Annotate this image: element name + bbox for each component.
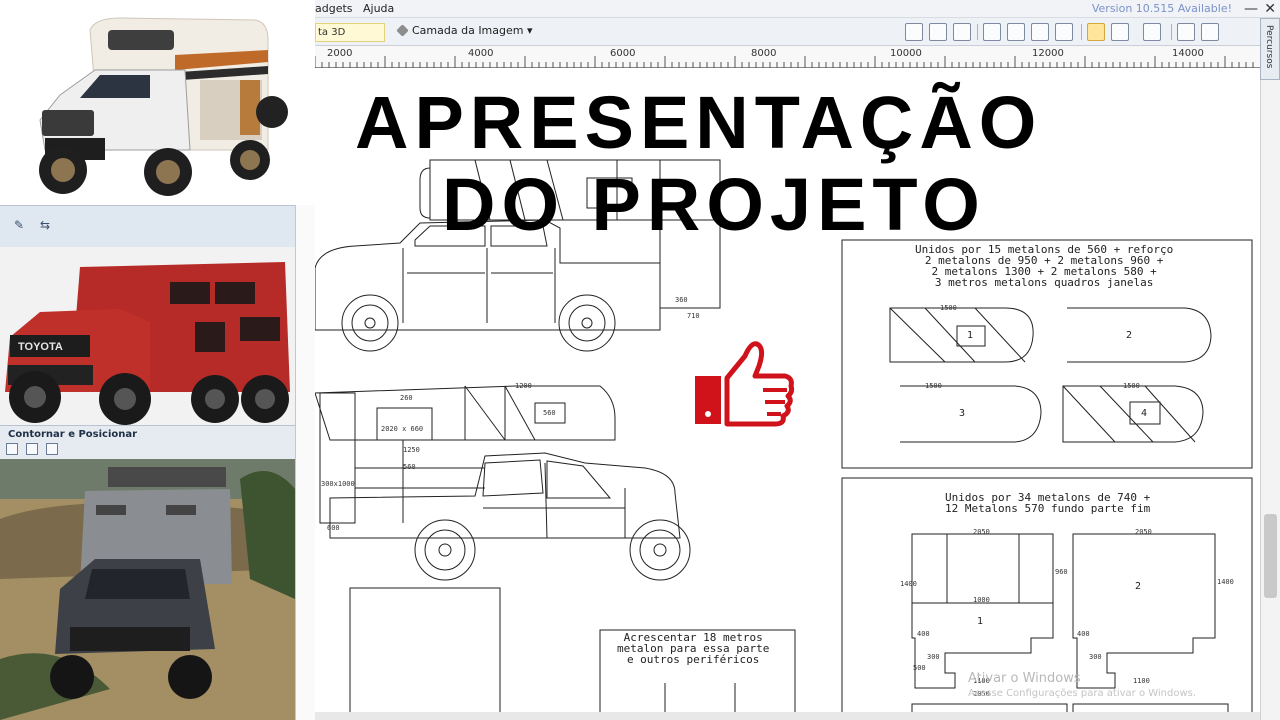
dimension-label: 300x1000	[321, 480, 355, 488]
dimension-label: 2020 x 660	[381, 425, 424, 433]
title-line-1: APRESENTAÇÃO	[355, 81, 1043, 164]
vertical-scrollbar[interactable]	[1260, 80, 1280, 720]
dimension-label: 1000	[973, 596, 990, 604]
grid-icon[interactable]	[953, 23, 971, 41]
pen-tool-icon[interactable]: ✎	[14, 218, 24, 232]
close-button[interactable]: ✕	[1264, 1, 1276, 17]
thumbs-up-icon	[695, 341, 795, 427]
note-box-2: Unidos por 34 metalons de 740 + 12 Metal…	[945, 492, 1150, 514]
dimension-label: 1400	[900, 580, 917, 588]
contour-panel: Contornar e Posicionar	[0, 425, 295, 459]
camper-truck-offroad-photo	[0, 459, 295, 720]
snap-icon[interactable]	[1087, 23, 1105, 41]
windows-activation-watermark: Ativar o Windows	[968, 671, 1081, 686]
tool-strip: ✎ ⇆	[0, 205, 315, 247]
align-tool-icon[interactable]	[929, 23, 947, 41]
part-number: 1	[977, 616, 984, 627]
dimension-label: 1500	[925, 382, 942, 390]
ruler-tick-label: 2000	[327, 48, 353, 59]
tab-3d[interactable]: ta 3D	[315, 23, 385, 42]
zoom-in-icon[interactable]	[1007, 23, 1025, 41]
dimension-label: 400	[917, 630, 930, 638]
image-layer-label: Camada da Imagem ▾	[412, 24, 533, 37]
menu-bar: adgets Ajuda Version 10.515 Available! —…	[315, 0, 1280, 18]
dimension-label: 1100	[1133, 677, 1150, 685]
dimension-label: 960	[1055, 568, 1068, 576]
scroll-thumb[interactable]	[1264, 514, 1277, 598]
overlay-title: APRESENTAÇÃO DO PROJETO	[355, 82, 1155, 246]
svg-text:TOYOTA: TOYOTA	[18, 341, 63, 353]
ruler-tick-label: 8000	[751, 48, 777, 59]
ruler-tick-label: 12000	[1032, 48, 1064, 59]
part-number: 3	[959, 408, 966, 419]
note-line: 3 metros metalons quadros janelas	[934, 276, 1154, 289]
tile-view-icon[interactable]	[1201, 23, 1219, 41]
node-tool-icon[interactable]	[905, 23, 923, 41]
part-number: 2	[1135, 581, 1142, 592]
dimension-label: 710	[687, 312, 700, 320]
dimension-label: 600	[327, 524, 340, 532]
photo-collage: ✎ ⇆ TOYOTA Contornar e Posicionar	[0, 0, 315, 720]
note-box-3: Acrescentar 18 metros metalon para essa …	[617, 632, 769, 665]
dimension-label: 260	[400, 394, 413, 402]
dimension-label: 300	[1089, 653, 1102, 661]
vertical-ruler	[295, 205, 315, 720]
dimension-label: 300	[927, 653, 940, 661]
pan-icon[interactable]	[983, 23, 1001, 41]
camper-truck-red-photo: TOYOTA	[0, 247, 295, 425]
part-number: 1	[967, 330, 974, 341]
note-line: e outros periféricos	[626, 653, 760, 666]
lightbulb-icon[interactable]	[1143, 23, 1161, 41]
part-number: 2	[1126, 330, 1133, 341]
ruler-tick-label: 4000	[468, 48, 494, 59]
title-line-2: DO PROJETO	[442, 163, 986, 246]
contour-option-icon[interactable]	[6, 443, 18, 455]
ruler-tick-label: 14000	[1172, 48, 1204, 59]
dimension-label: 1500	[1123, 382, 1140, 390]
menu-gadgets[interactable]: adgets	[315, 2, 353, 15]
version-notice[interactable]: Version 10.515 Available!	[1092, 2, 1232, 15]
camper-truck-white-photo	[0, 0, 315, 205]
windows-activation-subtext: Acesse Configurações para ativar o Windo…	[968, 688, 1197, 699]
side-tab-label: Percursos	[1264, 25, 1274, 69]
transform-tool-icon[interactable]: ⇆	[40, 218, 50, 232]
ruler-tick-label: 6000	[610, 48, 636, 59]
note-line: 12 Metalons 570 fundo parte fim	[945, 502, 1151, 515]
layer-icon	[396, 24, 409, 37]
dimension-label: 2050	[1135, 528, 1152, 536]
dimension-label: 1500	[940, 304, 957, 312]
split-view-icon[interactable]	[1177, 23, 1195, 41]
horizontal-scrollbar[interactable]	[315, 712, 1260, 720]
horizontal-ruler: 2000 4000 6000 8000 10000 12000 14000	[315, 46, 1260, 68]
dimension-label: 1400	[1217, 578, 1234, 586]
contour-option-icon[interactable]	[46, 443, 58, 455]
panel-title: Contornar e Posicionar	[8, 429, 138, 440]
dimension-label: 1250	[403, 446, 420, 454]
dimension-label: 560	[403, 463, 416, 471]
magnet-icon[interactable]	[1111, 23, 1129, 41]
ruler-tick-label: 10000	[890, 48, 922, 59]
dimension-label: 560	[543, 409, 556, 417]
dimension-label: 500	[913, 664, 926, 672]
menu-help[interactable]: Ajuda	[363, 2, 394, 15]
contour-option-icon[interactable]	[26, 443, 38, 455]
image-layer-button[interactable]: Camada da Imagem ▾	[396, 24, 533, 37]
zoom-fit-icon[interactable]	[1055, 23, 1073, 41]
side-panel-tab[interactable]: Percursos	[1260, 18, 1280, 80]
zoom-out-icon[interactable]	[1031, 23, 1049, 41]
dimension-label: 360	[675, 296, 688, 304]
part-number: 4	[1141, 408, 1148, 419]
dimension-label: 400	[1077, 630, 1090, 638]
note-box-1: Unidos por 15 metalons de 560 + reforço …	[915, 244, 1173, 288]
main-toolbar: ta 3D Camada da Imagem ▾	[315, 18, 1280, 46]
dimension-label: 2050	[973, 528, 990, 536]
minimize-button[interactable]: —	[1244, 1, 1258, 17]
dimension-label: 1200	[515, 382, 532, 390]
